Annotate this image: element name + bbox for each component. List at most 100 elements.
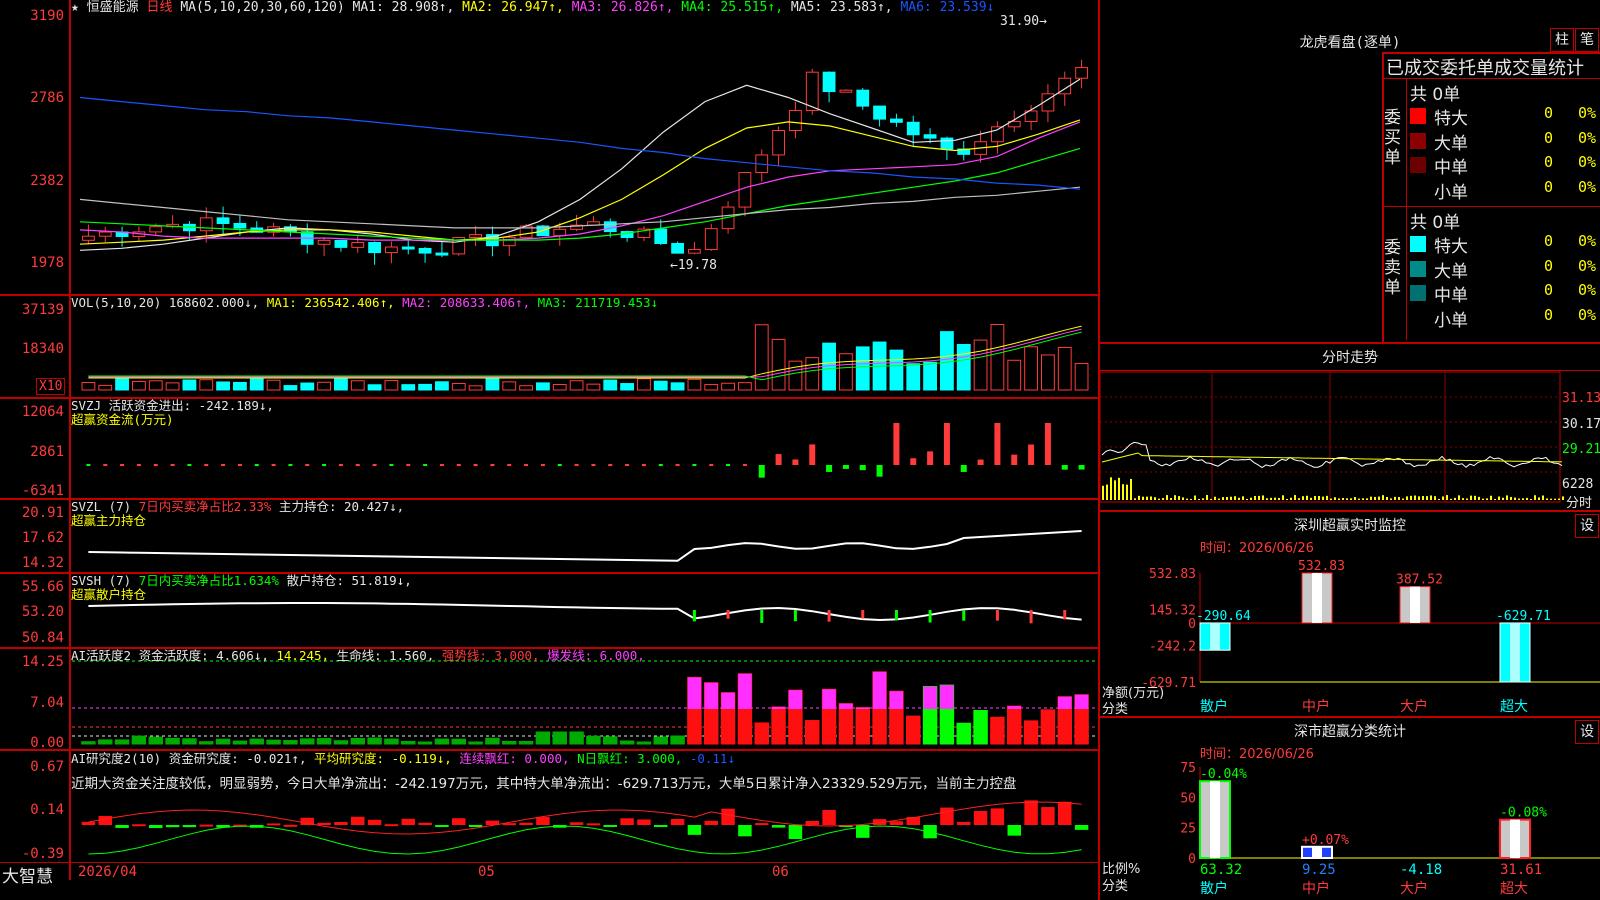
right-hline [1100, 510, 1600, 512]
intraday-vol-bar [1474, 495, 1476, 500]
intraday-tick: 29.21 [1562, 442, 1600, 457]
bar-mode-button[interactable]: 柱 [1550, 28, 1574, 52]
intraday-vol-bar [1118, 477, 1120, 500]
svzj-bar [288, 464, 293, 466]
monitor-bar [1199, 622, 1231, 651]
ai-active-bar [434, 738, 450, 745]
intraday-frame [1099, 371, 1561, 503]
volume-bar [249, 378, 264, 391]
ai-active-bar [771, 706, 786, 745]
intraday-vol-bar [1138, 495, 1140, 500]
intraday-vol-bar [1266, 498, 1268, 500]
ai-research-name: AI研究度2(10) [71, 751, 162, 766]
intraday-vol-bar [1162, 498, 1164, 500]
volume-bar [132, 381, 146, 391]
class-tick: 25 [1180, 822, 1196, 837]
intraday-vol-bar [1302, 496, 1304, 500]
ai-active-top [856, 707, 870, 709]
ai-research-bar [940, 807, 954, 825]
svsh-desc: 7日内买卖净占比1.634% [138, 573, 279, 588]
svzl-axis: 20.91 17.62 14.32 [0, 500, 70, 572]
vol-ma3: MA3: 211719.453↓ [537, 295, 659, 310]
order-size-label: 特大 [1434, 109, 1468, 129]
svzj-bar [237, 464, 242, 466]
ai-active-bar [619, 740, 635, 745]
volume-bar [788, 360, 803, 391]
ai-active-bar [81, 741, 96, 745]
intraday-vol-bar [1462, 498, 1464, 500]
volume-bar [451, 382, 466, 391]
price-tick: 2786 [30, 90, 64, 106]
period-label[interactable]: 日线 [147, 0, 173, 15]
order-pct: 0% [1578, 104, 1597, 122]
intraday-vol-bar [1338, 498, 1340, 500]
ai-research-bar [704, 820, 718, 825]
stock-name[interactable]: 恒盛能源 [87, 0, 139, 15]
buy-side-label: 委买单 [1384, 108, 1401, 168]
order-count: 0 [1544, 256, 1554, 275]
dragon-tiger-hline [1382, 78, 1600, 79]
price-tick: 2382 [30, 173, 64, 189]
intraday-vol-bar [1226, 497, 1228, 500]
tick-mode-button[interactable]: 笔 [1575, 28, 1599, 52]
candle-body [502, 236, 516, 247]
intraday-vol-bar [1490, 495, 1492, 500]
intraday-vol-bar [1158, 498, 1160, 500]
monitor-value-label: 532.83 [1298, 559, 1345, 574]
intraday-vol-bar [1542, 495, 1544, 500]
sz-monitor-settings-button[interactable]: 设 [1575, 514, 1599, 538]
sz-class-xlabel: 分类 [1102, 879, 1129, 894]
intraday-vol-bar [1394, 496, 1396, 500]
intraday-vol-bar [1406, 496, 1408, 500]
intraday-vol-bar [1330, 498, 1332, 500]
intraday-vol-bar [1250, 497, 1252, 500]
intraday-vol-tick: 6228 [1562, 477, 1594, 492]
intraday-vol-bar [1546, 498, 1548, 500]
candle-body [435, 252, 449, 256]
intraday-vol-bar [1150, 496, 1152, 500]
sz-class-settings-button[interactable]: 设 [1575, 720, 1599, 744]
svzl-line [88, 530, 1082, 562]
ma6-value: MA6: 23.539↓ [900, 0, 995, 15]
candle-body [1075, 67, 1088, 79]
svzl-name: SVZL (7) [71, 499, 132, 514]
ai-research-bar [755, 823, 769, 826]
ai-active-bar [485, 737, 500, 745]
favorite-star-icon[interactable]: ★ [71, 0, 79, 15]
vol-unit-badge[interactable]: X10 [36, 378, 66, 395]
ma1-value: MA1: 28.908↑, [352, 0, 455, 15]
volume-bar [317, 381, 331, 391]
svsh-line2: 超赢散户持仓 [71, 587, 147, 602]
ai-research-tick: -0.39 [21, 846, 64, 862]
svzj-bar [389, 464, 394, 466]
intraday-vol-bar [1134, 498, 1136, 500]
svzj-bar [826, 465, 833, 472]
intraday-vol-bar [1130, 478, 1132, 500]
ai-research-bar [738, 825, 752, 837]
ai-research-bar [620, 818, 634, 825]
candle-body [856, 89, 870, 107]
ai-research-bar [771, 825, 786, 828]
buy-row: 大单 0 0% [1410, 129, 1600, 154]
monitor-bar-highlight [1312, 573, 1322, 623]
ai-research-bar [81, 821, 96, 825]
order-pct: 0% [1578, 232, 1597, 250]
brand-logo[interactable]: 大智慧 [2, 862, 53, 887]
ai-active-bar [653, 736, 668, 745]
volume-bar [738, 382, 752, 391]
svzj-bar [809, 444, 816, 465]
volume-bar [704, 384, 719, 391]
intraday-vol-bar [1510, 496, 1512, 500]
svzj-bar [305, 464, 310, 466]
sell-row: 中单 0 0% [1410, 281, 1600, 306]
ai-active-bar [468, 741, 483, 745]
intraday-vol-bar [1122, 484, 1124, 500]
sell-row: 大单 0 0% [1410, 256, 1600, 282]
svzj-bar [524, 464, 529, 466]
order-pct: 0% [1578, 153, 1597, 171]
svzj-bar [507, 464, 512, 466]
sz-class-time: 时间：2026/06/26 [1200, 747, 1314, 762]
dragon-tiger-title: 龙虎看盘(逐单) [1299, 35, 1401, 51]
intraday-vol-bar [1202, 498, 1204, 500]
svzj-bar [187, 464, 192, 466]
